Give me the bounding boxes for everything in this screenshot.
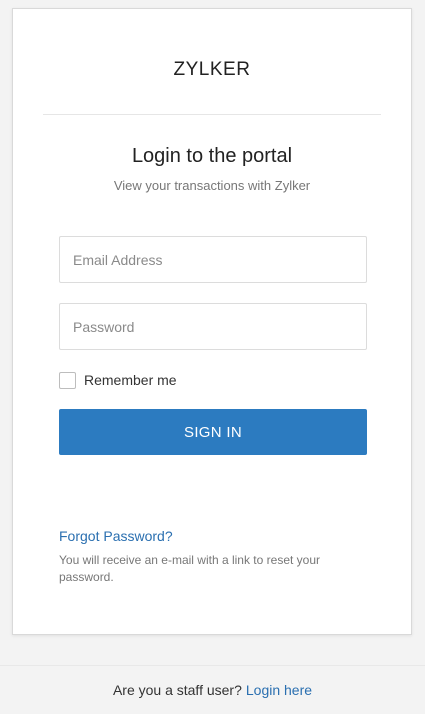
email-field[interactable]: [59, 236, 367, 283]
remember-me-toggle[interactable]: Remember me: [59, 371, 177, 389]
staff-login-link[interactable]: Login here: [246, 682, 312, 698]
staff-prompt: Are you a staff user?: [112, 682, 242, 698]
forgot-password-note: You will receive an e-mail with a link t…: [59, 553, 321, 584]
remember-me-label: Remember me: [84, 372, 177, 388]
login-card: ZYLKER Login to the portal View your tra…: [12, 8, 412, 635]
page-subtitle: View your transactions with Zylker: [113, 178, 311, 193]
staff-login-footer: Are you a staff user? Login here: [0, 665, 425, 714]
header-divider: [43, 114, 381, 115]
forgot-password-link[interactable]: Forgot Password?: [59, 528, 173, 544]
password-field[interactable]: [59, 303, 367, 350]
remember-me-checkbox[interactable]: [59, 371, 76, 389]
sign-in-button[interactable]: SIGN IN: [59, 409, 367, 455]
brand-logo: ZYLKER: [173, 59, 251, 80]
page-title: Login to the portal: [131, 145, 293, 167]
